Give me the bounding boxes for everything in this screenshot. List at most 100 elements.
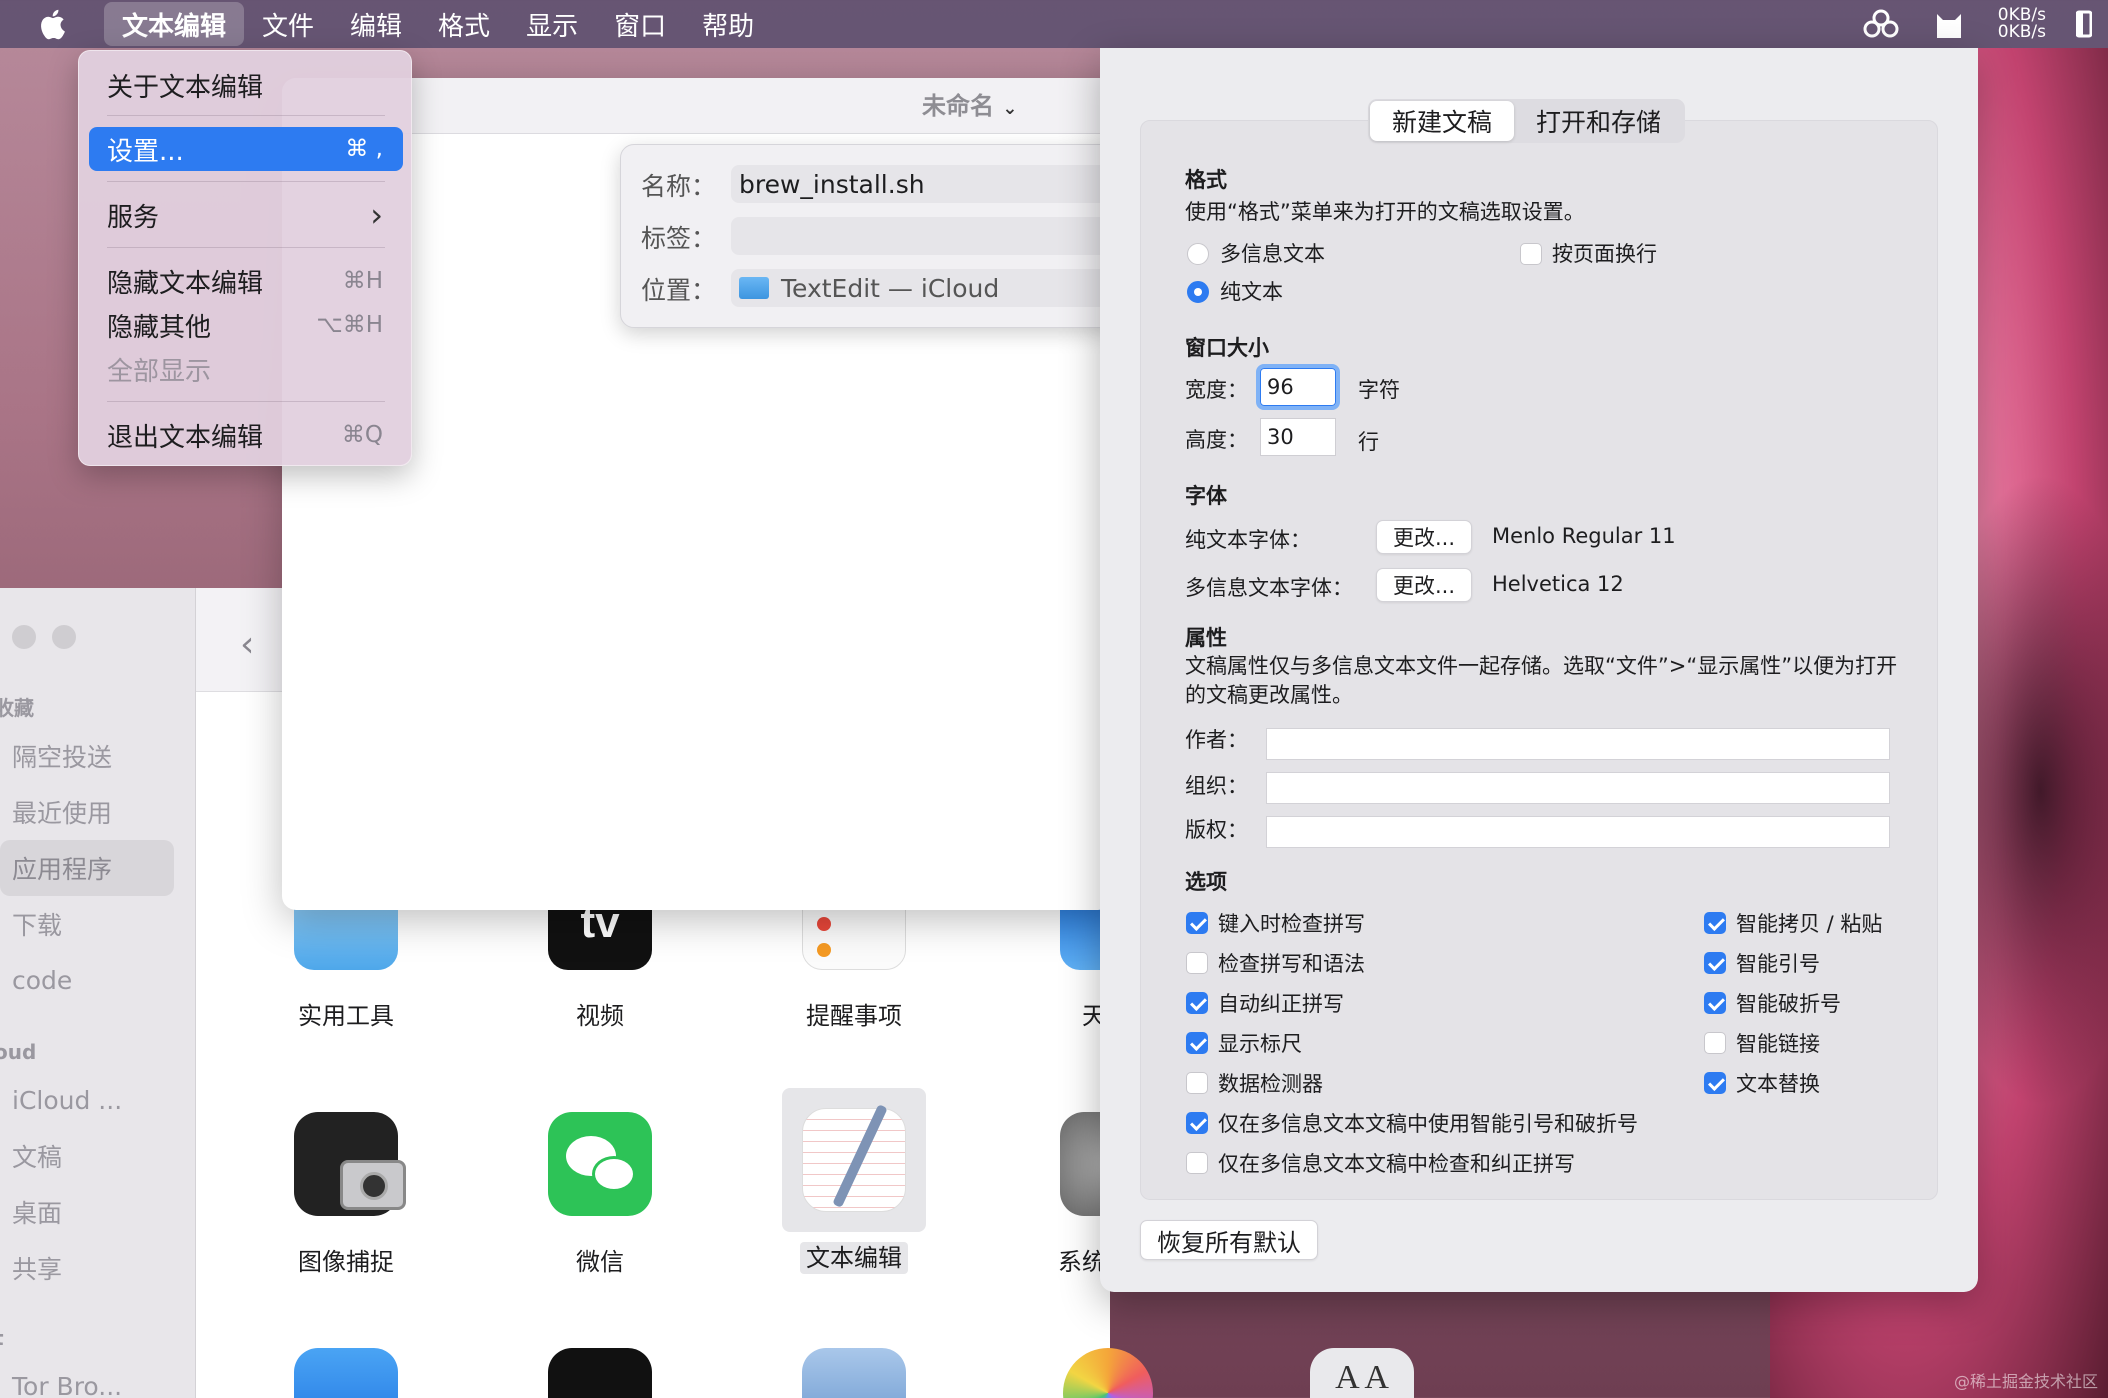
sidebar-item-code[interactable]: code [12,952,72,1008]
check-spelling-checkbox[interactable] [1186,912,1208,934]
app-textedit[interactable]: 文本编辑 [754,1088,954,1274]
apple-menu[interactable] [0,0,104,48]
autocorrect-label: 自动纠正拼写 [1218,992,1344,1016]
width-field[interactable]: 96 [1256,364,1340,410]
icloud-header: oud [0,1040,37,1064]
plain-text-radio[interactable] [1187,281,1209,303]
change-rich-font-button[interactable]: 更改... [1376,568,1473,602]
minimize-dot[interactable] [52,625,76,649]
menu-item-settings[interactable]: 设置... ⌘ , [89,127,403,171]
rich-text-radio[interactable] [1187,243,1209,265]
data-detectors-checkbox[interactable] [1186,1072,1208,1094]
menu-view[interactable]: 显示 [508,2,596,46]
sidebar-toggle-icon[interactable] [2076,7,2092,41]
app-image-capture[interactable]: 图像捕捉 [246,1112,446,1277]
check-grammar-checkbox[interactable] [1186,952,1208,974]
menu-window[interactable]: 窗口 [596,2,684,46]
menu-format[interactable]: 格式 [420,2,508,46]
smart-rich-only-checkbox[interactable] [1186,1112,1208,1134]
sidebar-item-recents[interactable]: 最近使用 [12,784,112,840]
menu-extras: 0KB/s 0KB/s [1862,0,2108,48]
wrap-to-page-checkbox[interactable] [1520,243,1542,265]
menu-file[interactable]: 文件 [244,2,332,46]
document-title[interactable]: 未命名 ⌄ [922,86,1017,121]
author-label: 作者： [1185,728,1248,752]
menu-item-quit[interactable]: 退出文本编辑 ⌘Q [89,413,403,457]
app-label: 提醒事项 [806,1002,902,1030]
height-field[interactable]: 30 [1260,418,1336,456]
menu-separator [107,181,385,182]
tab-new-document[interactable]: 新建文稿 [1370,101,1515,141]
app-voice-memos[interactable] [500,1348,700,1398]
favorites-header: 收藏 [0,696,34,720]
smart-quotes-label: 智能引号 [1736,952,1820,976]
shortcut-label: ⌘ , [345,136,383,162]
menu-item-label: 全部显示 [107,356,212,387]
smart-quotes-checkbox[interactable] [1704,952,1726,974]
sidebar-item-icloud-drive[interactable]: iCloud ... [12,1072,122,1128]
sidebar-item-tor-browser[interactable]: Tor Bro... [12,1358,122,1398]
locations-header: t [0,1326,4,1350]
menu-textedit[interactable]: 文本编辑 [104,2,245,46]
sidebar-item-shared[interactable]: 共享 [12,1240,62,1296]
sidebar-item-desktop[interactable]: 桌面 [12,1184,62,1240]
textedit-app-menu: 关于文本编辑 设置... ⌘ , 服务 › 隐藏文本编辑 ⌘H 隐藏其他 ⌥⌘H… [78,50,412,466]
menu-edit[interactable]: 编辑 [332,2,420,46]
copyright-field[interactable] [1266,816,1890,848]
folder-icon [739,277,769,299]
cat-icon[interactable] [1930,7,1968,41]
app-weather[interactable]: 天 [1006,898,1106,1031]
tags-field[interactable] [731,217,1151,255]
menu-item-services[interactable]: 服务 › [89,193,403,237]
rich-font-value: Helvetica 12 [1492,572,1624,596]
check-spelling-label: 键入时检查拼写 [1218,912,1365,936]
restore-defaults-button[interactable]: 恢复所有默认 [1140,1220,1318,1260]
app-system-settings[interactable]: 系统 [1006,1112,1106,1277]
app-label: 文本编辑 [754,1238,954,1274]
app-mail[interactable] [246,1348,446,1398]
menu-item-label: 服务 [107,202,160,233]
network-speed[interactable]: 0KB/s 0KB/s [1998,7,2046,41]
author-field[interactable] [1266,728,1890,760]
selection-highlight [782,1088,926,1232]
wechat-icon [548,1112,652,1216]
image-capture-icon [294,1112,406,1216]
app-font-book[interactable]: A A [1262,1348,1462,1398]
height-label: 高度： [1185,428,1248,452]
sidebar-item-downloads[interactable]: 下载 [12,896,62,952]
smart-rich-only-label: 仅在多信息文本文稿中使用智能引号和破折号 [1218,1112,1638,1136]
menu-item-about[interactable]: 关于文本编辑 [89,63,403,107]
app-reminders[interactable]: 提醒事项 [754,898,954,1031]
back-chevron-icon[interactable]: ‹ [240,624,254,665]
tab-open-and-save[interactable]: 打开和存储 [1514,101,1683,141]
menu-separator [107,247,385,248]
app-tv[interactable]: tv 视频 [500,898,700,1031]
plain-text-label: 纯文本 [1220,280,1283,304]
text-replacement-checkbox[interactable] [1704,1072,1726,1094]
sidebar-item-airdrop[interactable]: 隔空投送 [12,728,112,784]
menu-item-hide-others[interactable]: 隐藏其他 ⌥⌘H [89,303,403,347]
change-plain-font-button[interactable]: 更改... [1376,520,1473,554]
app-utilities[interactable]: 实用工具 [246,898,446,1031]
location-value: TextEdit — iCloud [781,273,1000,303]
check-rich-only-checkbox[interactable] [1186,1152,1208,1174]
app-label: 视频 [576,1002,624,1030]
smart-dashes-checkbox[interactable] [1704,992,1726,1014]
show-ruler-checkbox[interactable] [1186,1032,1208,1054]
location-popup[interactable]: TextEdit — iCloud [731,269,1151,307]
tags-label: 标签： [641,224,717,253]
smart-copy-paste-checkbox[interactable] [1704,912,1726,934]
autocorrect-checkbox[interactable] [1186,992,1208,1014]
sidebar-item-documents[interactable]: 文稿 [12,1128,62,1184]
cloud-sync-icon[interactable] [1862,7,1900,41]
name-field[interactable]: brew_install.sh [731,165,1151,203]
organization-field[interactable] [1266,772,1890,804]
menu-help[interactable]: 帮助 [684,2,772,46]
close-dot[interactable] [12,625,36,649]
app-preview[interactable] [754,1348,954,1398]
menu-item-hide[interactable]: 隐藏文本编辑 ⌘H [89,259,403,303]
sidebar-item-applications[interactable]: 应用程序 [0,840,174,896]
app-wechat[interactable]: 微信 [500,1112,700,1277]
app-photos[interactable] [1008,1348,1208,1398]
smart-links-checkbox[interactable] [1704,1032,1726,1054]
